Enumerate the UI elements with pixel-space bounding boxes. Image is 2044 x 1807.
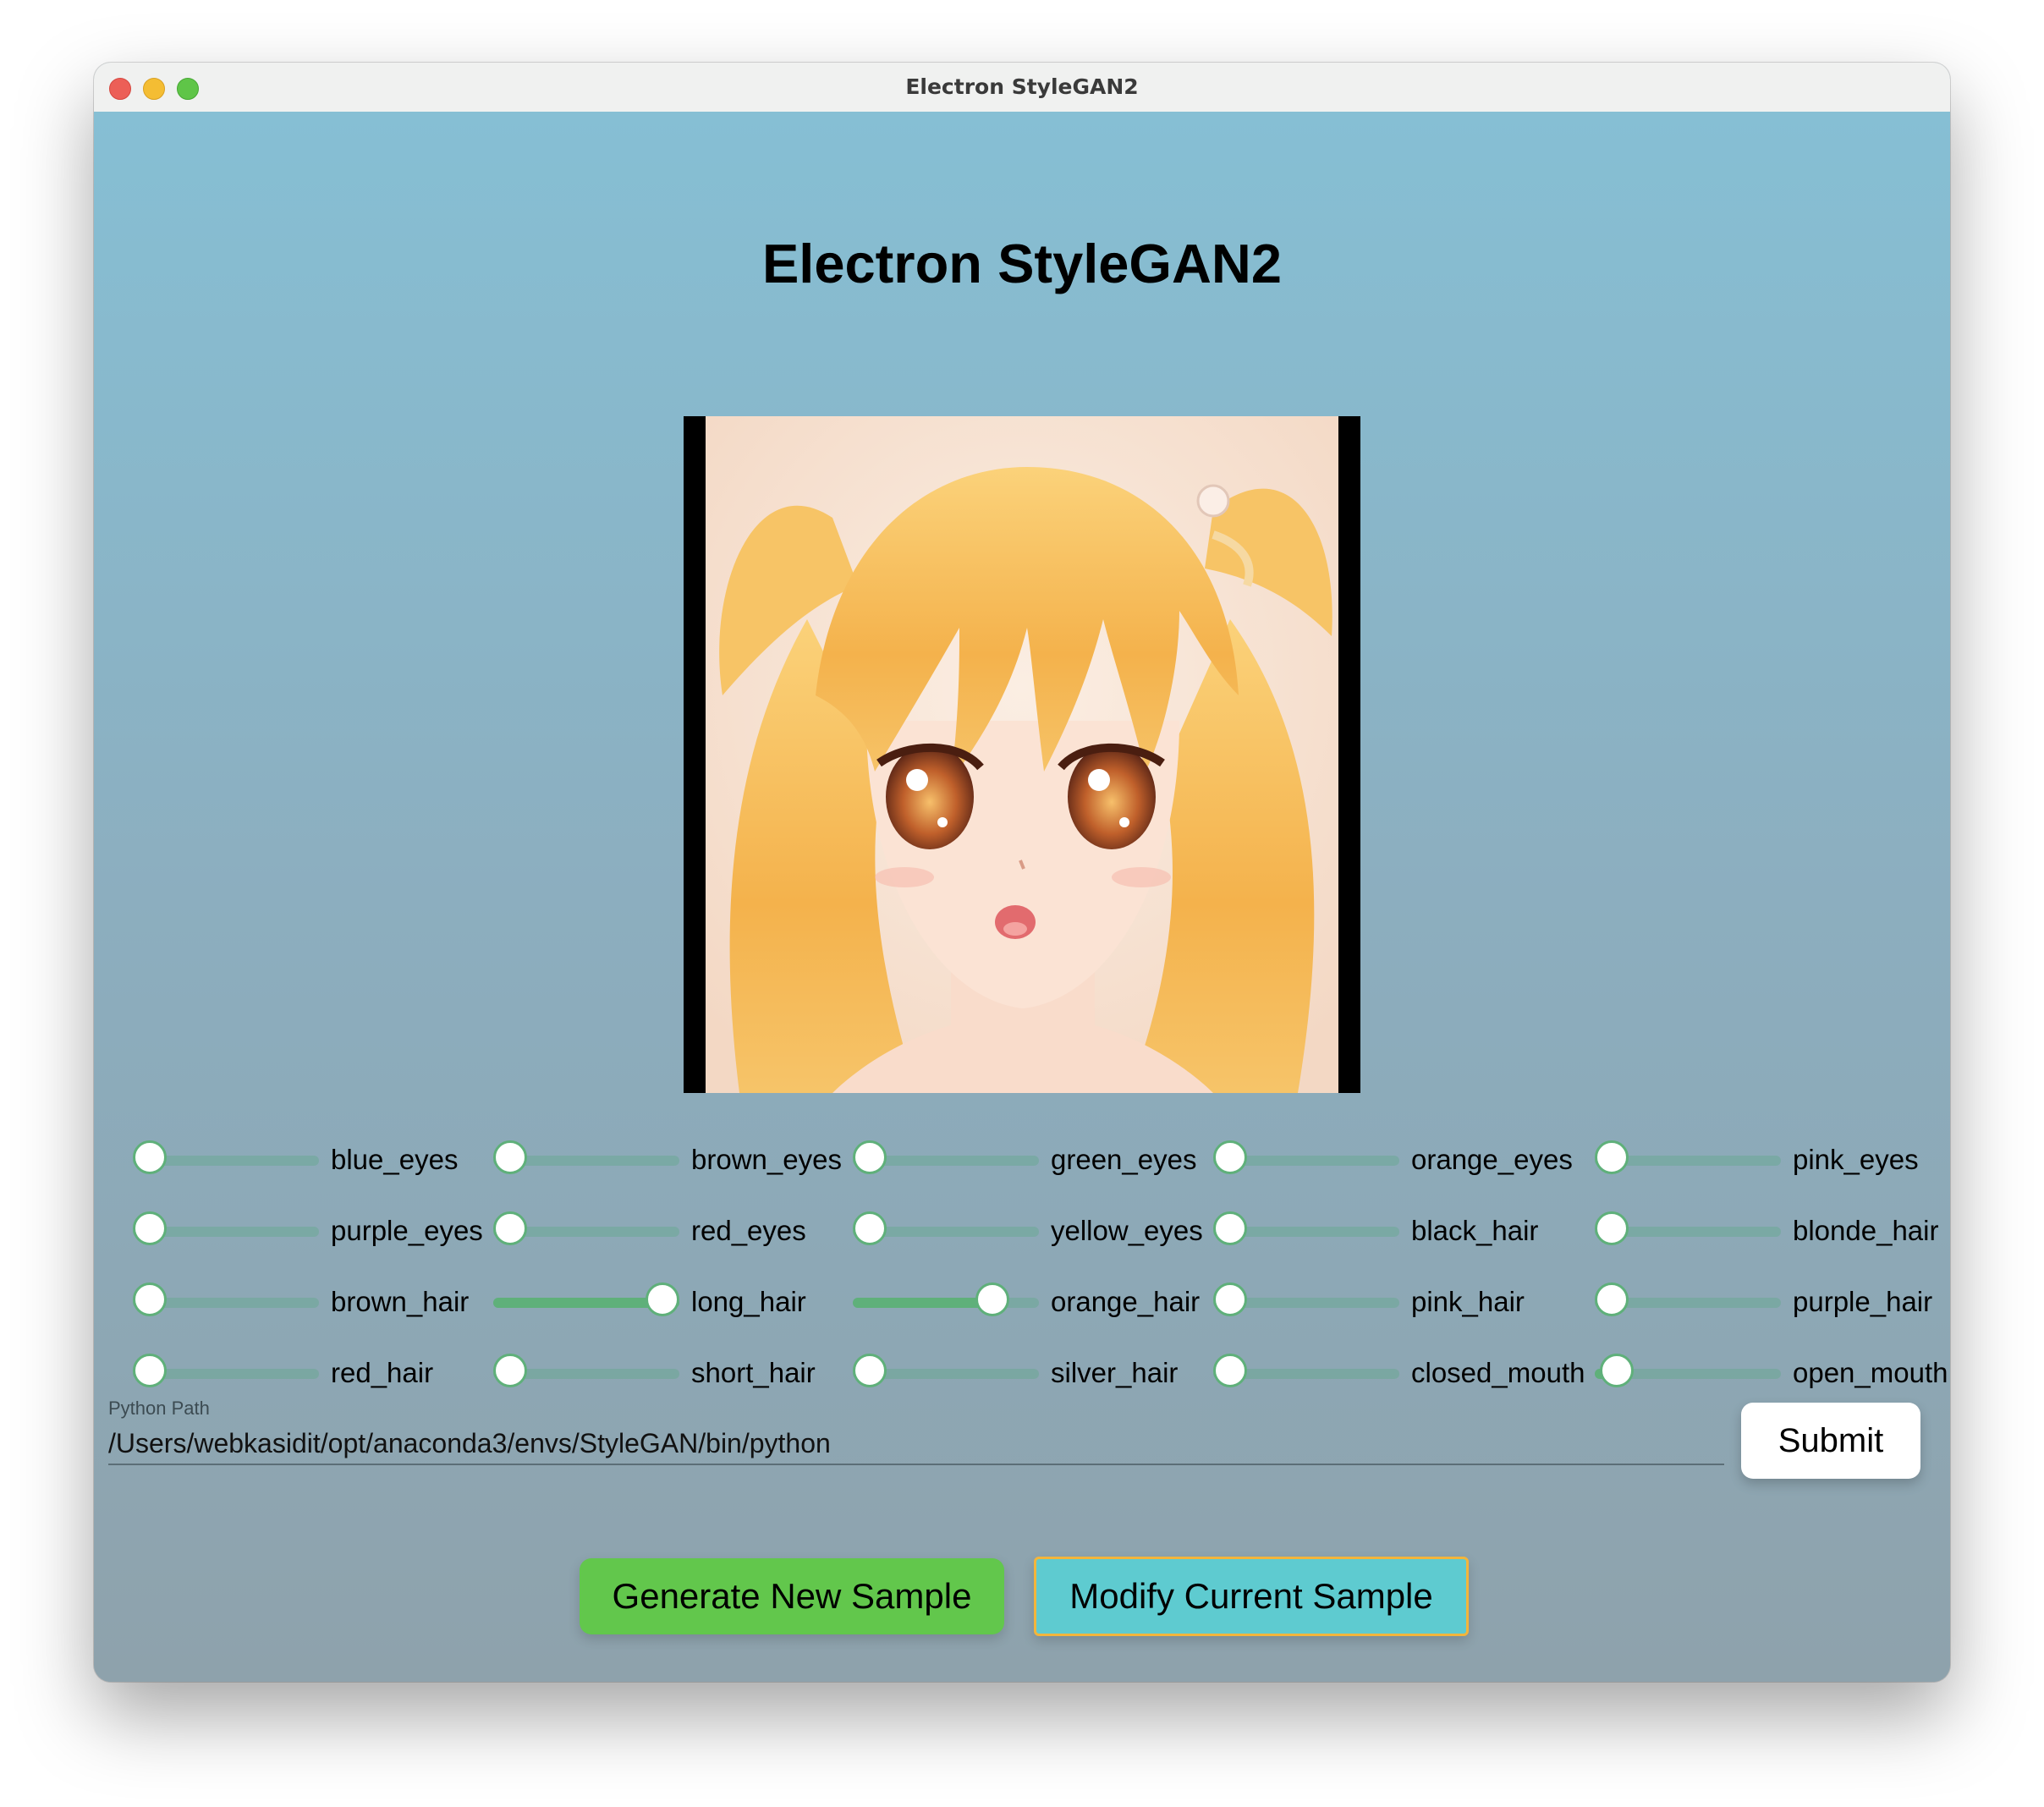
slider-label-pink-eyes: pink_eyes [1793, 1144, 1919, 1175]
slider-orange-eyes[interactable] [1213, 1140, 1399, 1179]
anime-portrait-illustration [706, 416, 1338, 1093]
slider-thumb[interactable] [1213, 1282, 1247, 1316]
slider-green-eyes[interactable] [853, 1140, 1039, 1179]
slider-label-pink-hair: pink_hair [1411, 1286, 1525, 1317]
window-title: Electron StyleGAN2 [905, 74, 1139, 99]
slider-label-blue-eyes: blue_eyes [331, 1144, 459, 1175]
slider-thumb[interactable] [493, 1354, 527, 1387]
slider-black-hair[interactable] [1213, 1211, 1399, 1250]
slider-short-hair[interactable] [493, 1354, 679, 1392]
slider-label-yellow-eyes: yellow_eyes [1051, 1215, 1203, 1246]
slider-yellow-eyes[interactable] [853, 1211, 1039, 1250]
slider-thumb[interactable] [133, 1211, 167, 1245]
slider-silver-hair[interactable] [853, 1354, 1039, 1392]
slider-thumb[interactable] [853, 1354, 887, 1387]
python-path-label: Python Path [108, 1398, 210, 1419]
slider-thumb[interactable] [1595, 1211, 1629, 1245]
slider-orange-hair[interactable] [853, 1282, 1039, 1321]
slider-thumb[interactable] [1600, 1354, 1635, 1387]
slider-thumb[interactable] [133, 1354, 167, 1387]
slider-thumb[interactable] [1595, 1282, 1629, 1316]
slider-brown-eyes[interactable] [493, 1140, 679, 1179]
slider-label-purple-hair: purple_hair [1793, 1286, 1933, 1317]
main-content: Electron StyleGAN2 blue_eyes brown_eyes … [94, 112, 1950, 1682]
slider-thumb[interactable] [493, 1140, 527, 1174]
slider-closed-mouth[interactable] [1213, 1354, 1399, 1392]
slider-fill [853, 1298, 992, 1308]
slider-purple-hair[interactable] [1595, 1282, 1781, 1321]
slider-label-purple-eyes: purple_eyes [331, 1215, 483, 1246]
slider-label-orange-hair: orange_hair [1051, 1286, 1201, 1317]
slider-red-hair[interactable] [133, 1354, 319, 1392]
slider-pink-eyes[interactable] [1595, 1140, 1781, 1179]
slider-label-open-mouth: open_mouth [1793, 1357, 1948, 1388]
slider-long-hair[interactable] [493, 1282, 679, 1321]
sample-image [684, 416, 1360, 1093]
slider-thumb[interactable] [853, 1140, 887, 1174]
slider-label-closed-mouth: closed_mouth [1411, 1357, 1585, 1388]
slider-label-brown-eyes: brown_eyes [691, 1144, 842, 1175]
slider-label-red-hair: red_hair [331, 1357, 434, 1388]
slider-brown-hair[interactable] [133, 1282, 319, 1321]
slider-thumb[interactable] [1213, 1211, 1247, 1245]
slider-thumb[interactable] [646, 1282, 679, 1316]
slider-blonde-hair[interactable] [1595, 1211, 1781, 1250]
slider-label-silver-hair: silver_hair [1051, 1357, 1179, 1388]
page-title: Electron StyleGAN2 [761, 233, 1283, 294]
slider-thumb[interactable] [1595, 1140, 1629, 1174]
slider-thumb[interactable] [133, 1140, 167, 1174]
slider-open-mouth[interactable] [1595, 1354, 1781, 1392]
slider-thumb[interactable] [975, 1282, 1009, 1316]
slider-label-brown-hair: brown_hair [331, 1286, 470, 1317]
slider-pink-hair[interactable] [1213, 1282, 1399, 1321]
python-path-input[interactable] [108, 1423, 1724, 1465]
slider-purple-eyes[interactable] [133, 1211, 319, 1250]
submit-button[interactable]: Submit [1741, 1403, 1920, 1479]
slider-label-orange-eyes: orange_eyes [1411, 1144, 1573, 1175]
title-bar: Electron StyleGAN2 [94, 63, 1950, 113]
slider-label-black-hair: black_hair [1411, 1215, 1539, 1246]
generate-new-sample-button[interactable]: Generate New Sample [580, 1558, 1004, 1634]
slider-thumb[interactable] [1213, 1140, 1247, 1174]
app-window: Electron StyleGAN2 Electron StyleGAN2 bl… [94, 63, 1950, 1682]
slider-blue-eyes[interactable] [133, 1140, 319, 1179]
slider-thumb[interactable] [133, 1282, 167, 1316]
slider-thumb[interactable] [853, 1211, 887, 1245]
modify-current-sample-button[interactable]: Modify Current Sample [1034, 1557, 1469, 1636]
slider-label-short-hair: short_hair [691, 1357, 816, 1388]
slider-thumb[interactable] [493, 1211, 527, 1245]
slider-label-long-hair: long_hair [691, 1286, 806, 1317]
slider-red-eyes[interactable] [493, 1211, 679, 1250]
slider-thumb[interactable] [1213, 1354, 1247, 1387]
slider-label-red-eyes: red_eyes [691, 1215, 806, 1246]
slider-label-green-eyes: green_eyes [1051, 1144, 1197, 1175]
slider-label-blonde-hair: blonde_hair [1793, 1215, 1939, 1246]
